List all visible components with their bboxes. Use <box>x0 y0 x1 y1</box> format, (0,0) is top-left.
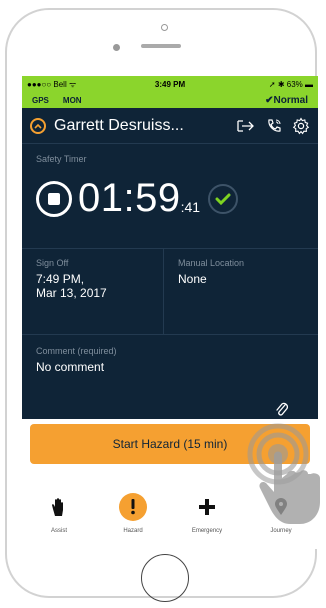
tab-hazard-label: Hazard <box>123 528 143 534</box>
manual-location-value[interactable]: None <box>178 272 207 286</box>
plus-icon <box>198 492 216 522</box>
start-hazard-label: Start Hazard (15 min) <box>112 437 228 451</box>
gps-status-bar: GPS MON ✔Normal <box>22 93 318 108</box>
safety-timer: 01:59 :41 <box>36 176 239 221</box>
divider <box>22 334 318 335</box>
tab-journey-label: Journey <box>270 528 292 534</box>
stop-icon <box>48 192 60 205</box>
manual-location-label: Manual Location <box>178 258 245 268</box>
timer-label: Safety Timer <box>36 154 87 164</box>
timer-minutes: 01:59 <box>78 176 181 220</box>
hazard-icon <box>119 492 147 522</box>
day-label: MON <box>62 96 82 105</box>
battery-status: ➚ ✱ 63% ▬ <box>268 80 313 89</box>
safety-card: Garrett Desruiss... Safety Timer 01:59 :… <box>22 108 318 419</box>
divider <box>163 248 164 334</box>
ios-status-bar: ●●●○○ Bell ᯤ 3:49 PM ➚ ✱ 63% ▬ <box>22 76 318 93</box>
home-button[interactable] <box>141 554 189 602</box>
timer-seconds: :41 <box>180 198 201 215</box>
sign-off-value-time[interactable]: 7:49 PM, <box>36 272 84 286</box>
sensor-dot <box>113 44 120 51</box>
logout-icon[interactable] <box>236 119 256 133</box>
status-time: 3:49 PM <box>154 80 186 89</box>
gear-icon[interactable] <box>292 116 310 135</box>
stop-timer-button[interactable] <box>36 180 72 217</box>
user-name[interactable]: Garrett Desruiss... <box>54 117 226 135</box>
tap-gesture-icon <box>247 423 320 524</box>
comment-value[interactable]: No comment <box>36 360 104 374</box>
warning-icon[interactable] <box>30 117 46 134</box>
hand-icon <box>50 492 68 522</box>
comment-label: Comment (required) <box>36 346 117 356</box>
tab-assist-label: Assist <box>50 528 67 534</box>
tab-emergency-label: Emergency <box>191 528 223 534</box>
earpiece-speaker <box>141 44 181 48</box>
carrier-signal: ●●●○○ Bell ᯤ <box>27 80 77 89</box>
checkmark-icon <box>215 193 231 205</box>
sign-off-value-date[interactable]: Mar 13, 2017 <box>36 286 107 300</box>
divider <box>22 248 318 249</box>
tab-hazard[interactable]: Hazard <box>96 492 170 549</box>
phone-call-icon[interactable] <box>266 118 282 134</box>
normal-status: ✔Normal <box>265 95 308 106</box>
gps-label: GPS <box>32 96 49 105</box>
sign-off-label: Sign Off <box>36 258 69 268</box>
tab-emergency[interactable]: Emergency <box>170 492 244 549</box>
check-in-button[interactable] <box>208 183 239 214</box>
tab-assist[interactable]: Assist <box>22 492 96 549</box>
card-header: Garrett Desruiss... <box>22 108 318 144</box>
front-camera <box>161 24 168 31</box>
